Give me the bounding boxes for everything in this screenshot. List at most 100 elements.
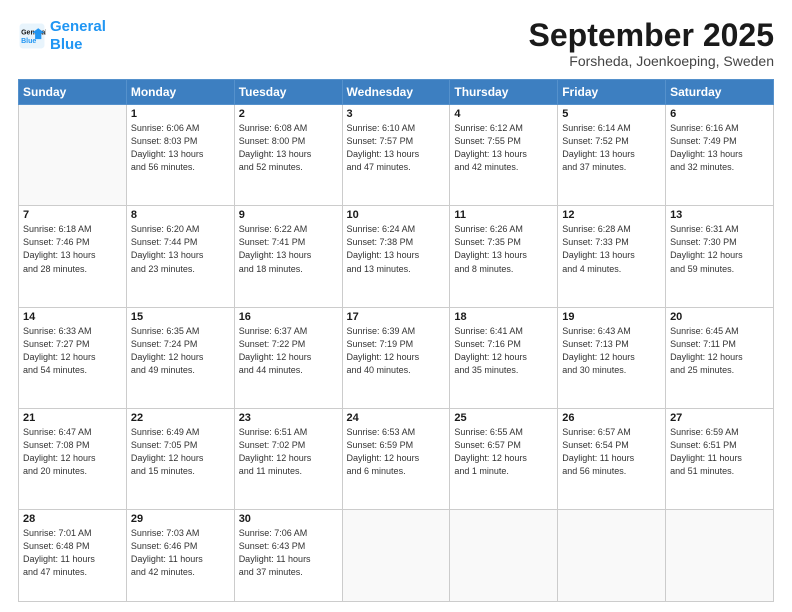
day-info: Sunrise: 7:03 AM Sunset: 6:46 PM Dayligh… <box>131 527 230 579</box>
day-info: Sunrise: 6:24 AM Sunset: 7:38 PM Dayligh… <box>347 223 446 275</box>
svg-text:General: General <box>21 29 46 36</box>
calendar-cell: 25Sunrise: 6:55 AM Sunset: 6:57 PM Dayli… <box>450 408 558 509</box>
day-info: Sunrise: 6:41 AM Sunset: 7:16 PM Dayligh… <box>454 325 553 377</box>
day-number: 10 <box>347 209 446 221</box>
day-info: Sunrise: 6:49 AM Sunset: 7:05 PM Dayligh… <box>131 426 230 478</box>
logo: General Blue GeneralBlue <box>18 18 106 54</box>
day-info: Sunrise: 7:01 AM Sunset: 6:48 PM Dayligh… <box>23 527 122 579</box>
day-number: 30 <box>239 513 338 525</box>
calendar-week-row: 1 Sunrise: 6:06 AM Sunset: 8:03 PM Daylig… <box>19 105 774 206</box>
day-info: Sunrise: 6:39 AM Sunset: 7:19 PM Dayligh… <box>347 325 446 377</box>
day-info: Sunrise: 6:33 AM Sunset: 7:27 PM Dayligh… <box>23 325 122 377</box>
calendar-cell: 18 Sunrise: 6:41 AM Sunset: 7:16 PM Dayli… <box>450 307 558 408</box>
day-info: Sunrise: 6:59 AM Sunset: 6:51 PM Dayligh… <box>670 426 769 478</box>
day-number: 13 <box>670 209 769 221</box>
day-info: Sunrise: 6:53 AM Sunset: 6:59 PM Dayligh… <box>347 426 446 478</box>
calendar-cell: 14 Sunrise: 6:33 AM Sunset: 7:27 PM Dayli… <box>19 307 127 408</box>
calendar-cell: 16 Sunrise: 6:37 AM Sunset: 7:22 PM Dayli… <box>234 307 342 408</box>
day-number: 11 <box>454 209 553 221</box>
day-info: Sunrise: 6:14 AM Sunset: 7:52 PM Dayligh… <box>562 122 661 174</box>
weekday-header: Monday <box>126 80 234 105</box>
calendar-cell: 26 Sunrise: 6:57 AM Sunset: 6:54 PM Dayli… <box>558 408 666 509</box>
day-info: Sunrise: 6:28 AM Sunset: 7:33 PM Dayligh… <box>562 223 661 275</box>
day-number: 3 <box>347 108 446 120</box>
calendar-cell: 13 Sunrise: 6:31 AM Sunset: 7:30 PM Dayli… <box>666 206 774 307</box>
calendar-cell: 22 Sunrise: 6:49 AM Sunset: 7:05 PM Dayli… <box>126 408 234 509</box>
day-number: 26 <box>562 412 661 424</box>
day-info: Sunrise: 6:31 AM Sunset: 7:30 PM Dayligh… <box>670 223 769 275</box>
day-number: 25 <box>454 412 553 424</box>
calendar-cell: 12Sunrise: 6:28 AM Sunset: 7:33 PM Dayli… <box>558 206 666 307</box>
day-info: Sunrise: 6:26 AM Sunset: 7:35 PM Dayligh… <box>454 223 553 275</box>
calendar-week-row: 21 Sunrise: 6:47 AM Sunset: 7:08 PM Dayli… <box>19 408 774 509</box>
calendar-cell: 9 Sunrise: 6:22 AM Sunset: 7:41 PM Daylig… <box>234 206 342 307</box>
day-info: Sunrise: 6:57 AM Sunset: 6:54 PM Dayligh… <box>562 426 661 478</box>
calendar-cell: 19Sunrise: 6:43 AM Sunset: 7:13 PM Dayli… <box>558 307 666 408</box>
calendar-cell <box>558 509 666 601</box>
day-number: 18 <box>454 311 553 323</box>
day-info: Sunrise: 6:16 AM Sunset: 7:49 PM Dayligh… <box>670 122 769 174</box>
calendar-week-row: 28 Sunrise: 7:01 AM Sunset: 6:48 PM Dayli… <box>19 509 774 601</box>
calendar-cell: 24 Sunrise: 6:53 AM Sunset: 6:59 PM Dayli… <box>342 408 450 509</box>
day-number: 1 <box>131 108 230 120</box>
day-info: Sunrise: 7:06 AM Sunset: 6:43 PM Dayligh… <box>239 527 338 579</box>
day-info: Sunrise: 6:12 AM Sunset: 7:55 PM Dayligh… <box>454 122 553 174</box>
day-info: Sunrise: 6:20 AM Sunset: 7:44 PM Dayligh… <box>131 223 230 275</box>
day-number: 21 <box>23 412 122 424</box>
calendar-cell: 21 Sunrise: 6:47 AM Sunset: 7:08 PM Dayli… <box>19 408 127 509</box>
day-number: 15 <box>131 311 230 323</box>
weekday-header: Saturday <box>666 80 774 105</box>
day-number: 4 <box>454 108 553 120</box>
logo-text: GeneralBlue <box>50 18 106 54</box>
calendar-cell: 2Sunrise: 6:08 AM Sunset: 8:00 PM Daylig… <box>234 105 342 206</box>
calendar-cell: 20 Sunrise: 6:45 AM Sunset: 7:11 PM Dayli… <box>666 307 774 408</box>
weekday-header: Thursday <box>450 80 558 105</box>
calendar-cell <box>450 509 558 601</box>
day-number: 16 <box>239 311 338 323</box>
weekday-header: Friday <box>558 80 666 105</box>
weekday-header: Tuesday <box>234 80 342 105</box>
calendar-cell: 30 Sunrise: 7:06 AM Sunset: 6:43 PM Dayli… <box>234 509 342 601</box>
day-number: 14 <box>23 311 122 323</box>
calendar-cell: 5Sunrise: 6:14 AM Sunset: 7:52 PM Daylig… <box>558 105 666 206</box>
calendar-cell <box>666 509 774 601</box>
day-number: 6 <box>670 108 769 120</box>
calendar-cell: 7 Sunrise: 6:18 AM Sunset: 7:46 PM Daylig… <box>19 206 127 307</box>
day-info: Sunrise: 6:45 AM Sunset: 7:11 PM Dayligh… <box>670 325 769 377</box>
calendar-cell: 15 Sunrise: 6:35 AM Sunset: 7:24 PM Dayli… <box>126 307 234 408</box>
calendar-cell: 23Sunrise: 6:51 AM Sunset: 7:02 PM Dayli… <box>234 408 342 509</box>
day-info: Sunrise: 6:22 AM Sunset: 7:41 PM Dayligh… <box>239 223 338 275</box>
calendar-cell: 6 Sunrise: 6:16 AM Sunset: 7:49 PM Daylig… <box>666 105 774 206</box>
calendar-cell <box>342 509 450 601</box>
day-info: Sunrise: 6:06 AM Sunset: 8:03 PM Dayligh… <box>131 122 230 174</box>
day-info: Sunrise: 6:51 AM Sunset: 7:02 PM Dayligh… <box>239 426 338 478</box>
calendar-cell: 11 Sunrise: 6:26 AM Sunset: 7:35 PM Dayli… <box>450 206 558 307</box>
day-number: 28 <box>23 513 122 525</box>
day-number: 20 <box>670 311 769 323</box>
day-number: 29 <box>131 513 230 525</box>
day-number: 8 <box>131 209 230 221</box>
day-number: 19 <box>562 311 661 323</box>
title-block: September 2025 Forsheda, Joenkoeping, Sw… <box>529 18 774 69</box>
day-info: Sunrise: 6:35 AM Sunset: 7:24 PM Dayligh… <box>131 325 230 377</box>
day-info: Sunrise: 6:47 AM Sunset: 7:08 PM Dayligh… <box>23 426 122 478</box>
calendar-cell: 8 Sunrise: 6:20 AM Sunset: 7:44 PM Daylig… <box>126 206 234 307</box>
header: General Blue GeneralBlue September 2025 … <box>18 18 774 69</box>
location: Forsheda, Joenkoeping, Sweden <box>529 53 774 69</box>
day-number: 7 <box>23 209 122 221</box>
calendar-cell: 29 Sunrise: 7:03 AM Sunset: 6:46 PM Dayli… <box>126 509 234 601</box>
calendar-cell: 28 Sunrise: 7:01 AM Sunset: 6:48 PM Dayli… <box>19 509 127 601</box>
day-info: Sunrise: 6:18 AM Sunset: 7:46 PM Dayligh… <box>23 223 122 275</box>
weekday-header-row: SundayMondayTuesdayWednesdayThursdayFrid… <box>19 80 774 105</box>
day-info: Sunrise: 6:37 AM Sunset: 7:22 PM Dayligh… <box>239 325 338 377</box>
calendar-cell <box>19 105 127 206</box>
calendar-week-row: 7 Sunrise: 6:18 AM Sunset: 7:46 PM Daylig… <box>19 206 774 307</box>
day-number: 2 <box>239 108 338 120</box>
month-title: September 2025 <box>529 18 774 53</box>
weekday-header: Wednesday <box>342 80 450 105</box>
calendar-cell: 3Sunrise: 6:10 AM Sunset: 7:57 PM Daylig… <box>342 105 450 206</box>
svg-text:Blue: Blue <box>21 38 36 45</box>
day-number: 22 <box>131 412 230 424</box>
day-number: 24 <box>347 412 446 424</box>
day-number: 9 <box>239 209 338 221</box>
